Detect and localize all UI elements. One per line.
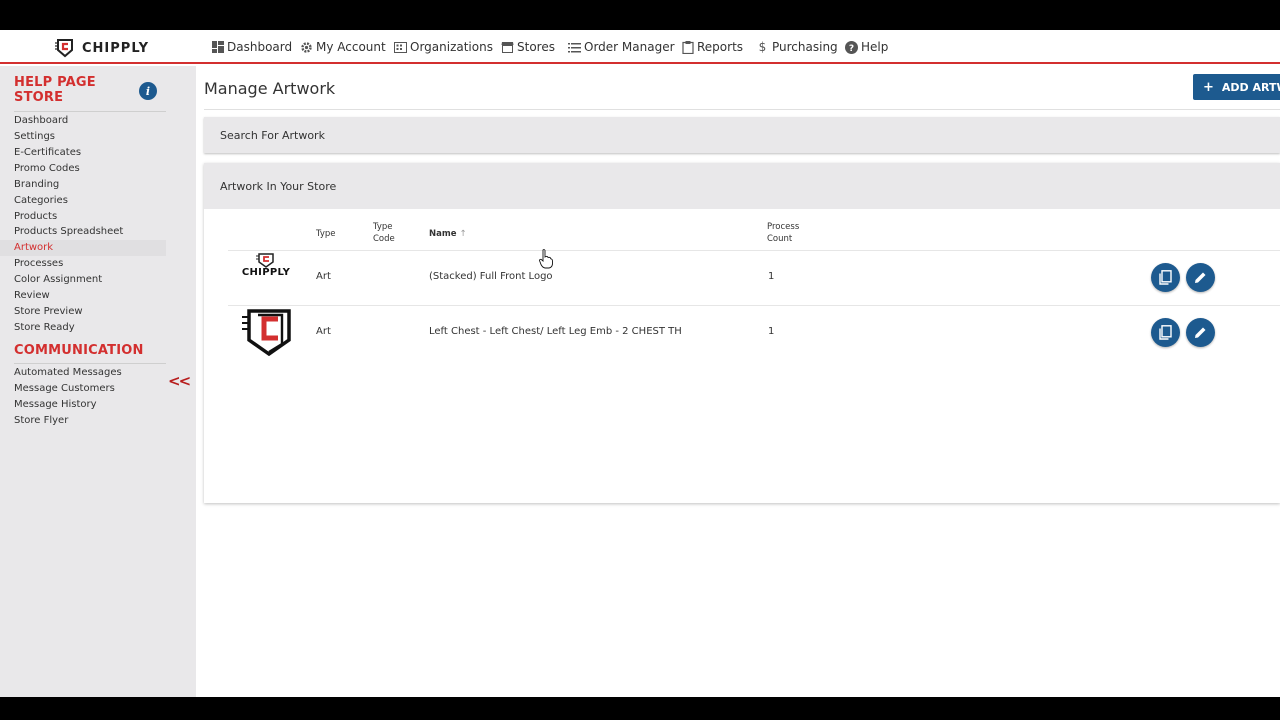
svg-text:?: ? — [849, 44, 854, 54]
sidebar-item-settings[interactable]: Settings — [0, 129, 166, 145]
clipboard-icon — [681, 40, 694, 54]
pencil-icon — [1195, 272, 1206, 283]
plus-icon: + — [1203, 79, 1214, 95]
list-icon — [568, 41, 581, 54]
main-content: Manage Artwork + ADD ARTWORK Search For … — [196, 66, 1280, 697]
cell-name: Left Chest - Left Chest/ Left Leg Emb - … — [429, 326, 682, 337]
artwork-panel-title: Artwork In Your Store — [220, 179, 337, 193]
app-window: CHIPPLY Dashboard My Account Organizatio… — [0, 30, 1280, 697]
page-title: Manage Artwork — [204, 79, 336, 98]
col-type-code[interactable]: Type Code — [373, 221, 395, 245]
table-row[interactable]: Art Left Chest - Left Chest/ Left Leg Em… — [228, 305, 1280, 360]
cell-name: (Stacked) Full Front Logo — [429, 271, 553, 282]
sidebar-item-automated-messages[interactable]: Automated Messages — [0, 365, 166, 381]
search-artwork-label: Search For Artwork — [220, 128, 325, 142]
gear-icon — [300, 41, 313, 54]
nav-order-manager[interactable]: Order Manager — [568, 39, 675, 55]
nav-my-account-label: My Account — [316, 40, 386, 54]
sidebar-item-store-flyer[interactable]: Store Flyer — [0, 413, 166, 429]
copy-icon — [1159, 270, 1172, 285]
copy-artwork-button[interactable] — [1151, 263, 1180, 292]
sidebar-item-processes[interactable]: Processes — [0, 256, 166, 272]
sidebar-item-products-spreadsheet[interactable]: Products Spreadsheet — [0, 224, 166, 240]
help-icon: ? — [845, 40, 858, 54]
cell-process-count: 1 — [768, 326, 775, 337]
nav-dashboard-label: Dashboard — [227, 40, 293, 54]
nav-dashboard[interactable]: Dashboard — [211, 39, 292, 55]
col-process-count-line2: Count — [767, 234, 793, 244]
artwork-panel: Artwork In Your Store Type Type Code Nam… — [204, 163, 1280, 503]
building-icon — [394, 41, 407, 54]
cell-process-count: 1 — [768, 271, 775, 282]
collapse-sidebar-button[interactable]: << — [168, 372, 191, 390]
sidebar-item-store-preview[interactable]: Store Preview — [0, 304, 166, 320]
sort-ascending-icon: ↑ — [459, 229, 467, 239]
sidebar-item-artwork[interactable]: Artwork — [0, 240, 166, 256]
info-icon[interactable]: i — [139, 82, 157, 100]
nav-purchasing-label: Purchasing — [772, 40, 838, 54]
nav-stores[interactable]: Stores — [501, 39, 555, 55]
copy-icon — [1159, 325, 1172, 340]
cell-type: Art — [316, 326, 331, 337]
nav-purchasing[interactable]: $ Purchasing — [756, 39, 838, 55]
sidebar-divider-2 — [14, 363, 166, 364]
hand-cursor-icon — [539, 249, 553, 269]
col-type-code-line2: Code — [373, 234, 395, 244]
nav-help-label: Help — [861, 40, 889, 54]
edit-artwork-button[interactable] — [1186, 318, 1215, 347]
communication-section-title: COMMUNICATION — [14, 343, 144, 358]
sidebar-item-message-customers[interactable]: Message Customers — [0, 381, 166, 397]
sidebar-item-products[interactable]: Products — [0, 209, 166, 225]
add-artwork-label: ADD ARTWORK — [1221, 80, 1280, 94]
sidebar-item-message-history[interactable]: Message History — [0, 397, 166, 413]
nav-organizations-label: Organizations — [410, 40, 493, 54]
col-name[interactable]: Name ↑ — [429, 228, 467, 240]
sidebar-item-store-ready[interactable]: Store Ready — [0, 320, 166, 336]
artwork-thumbnail-text: CHIPPLY — [241, 267, 291, 278]
artwork-thumbnail: CHIPPLY — [238, 251, 294, 281]
nav-help[interactable]: ? Help — [845, 39, 888, 55]
chipply-logo-icon — [55, 39, 73, 58]
artwork-thumbnail — [242, 308, 292, 357]
sidebar-item-categories[interactable]: Categories — [0, 193, 166, 209]
brand-name: CHIPPLY — [82, 40, 149, 56]
copy-artwork-button[interactable] — [1151, 318, 1180, 347]
sidebar-divider — [14, 111, 166, 112]
top-navigation: CHIPPLY Dashboard My Account Organizatio… — [0, 30, 1280, 64]
store-section-title: HELP PAGE STORE — [14, 75, 96, 105]
table-row[interactable]: CHIPPLY Art (Stacked) Full Front Logo 1 — [228, 250, 1280, 305]
nav-order-manager-label: Order Manager — [584, 40, 675, 54]
sidebar: HELP PAGE STORE i Dashboard Settings E-C… — [0, 66, 196, 697]
pencil-icon — [1195, 327, 1206, 338]
nav-reports[interactable]: Reports — [681, 39, 743, 55]
cell-type: Art — [316, 271, 331, 282]
nav-my-account[interactable]: My Account — [300, 39, 386, 55]
title-divider — [204, 109, 1280, 110]
search-artwork-panel[interactable]: Search For Artwork — [204, 117, 1280, 153]
sidebar-item-review[interactable]: Review — [0, 288, 166, 304]
col-process-count-line1: Process — [767, 222, 800, 232]
col-type-code-line1: Type — [373, 222, 393, 232]
col-type[interactable]: Type — [316, 228, 336, 240]
nav-reports-label: Reports — [697, 40, 744, 54]
dashboard-icon — [211, 41, 224, 54]
col-process-count[interactable]: Process Count — [767, 221, 799, 245]
store-icon — [501, 41, 514, 54]
sidebar-item-e-certificates[interactable]: E-Certificates — [0, 145, 166, 161]
col-name-label: Name — [429, 229, 457, 239]
edit-artwork-button[interactable] — [1186, 263, 1215, 292]
sidebar-item-promo-codes[interactable]: Promo Codes — [0, 161, 166, 177]
add-artwork-button[interactable]: + ADD ARTWORK — [1193, 74, 1280, 100]
nav-organizations[interactable]: Organizations — [394, 39, 493, 55]
sidebar-item-color-assignment[interactable]: Color Assignment — [0, 272, 166, 288]
sidebar-item-branding[interactable]: Branding — [0, 177, 166, 193]
dollar-icon: $ — [758, 40, 767, 54]
artwork-panel-header: Artwork In Your Store — [204, 163, 1280, 209]
chipply-logo[interactable]: CHIPPLY — [54, 38, 149, 58]
nav-stores-label: Stores — [517, 40, 555, 54]
chipply-chest-logo-image — [242, 309, 291, 357]
sidebar-item-dashboard[interactable]: Dashboard — [0, 113, 166, 129]
